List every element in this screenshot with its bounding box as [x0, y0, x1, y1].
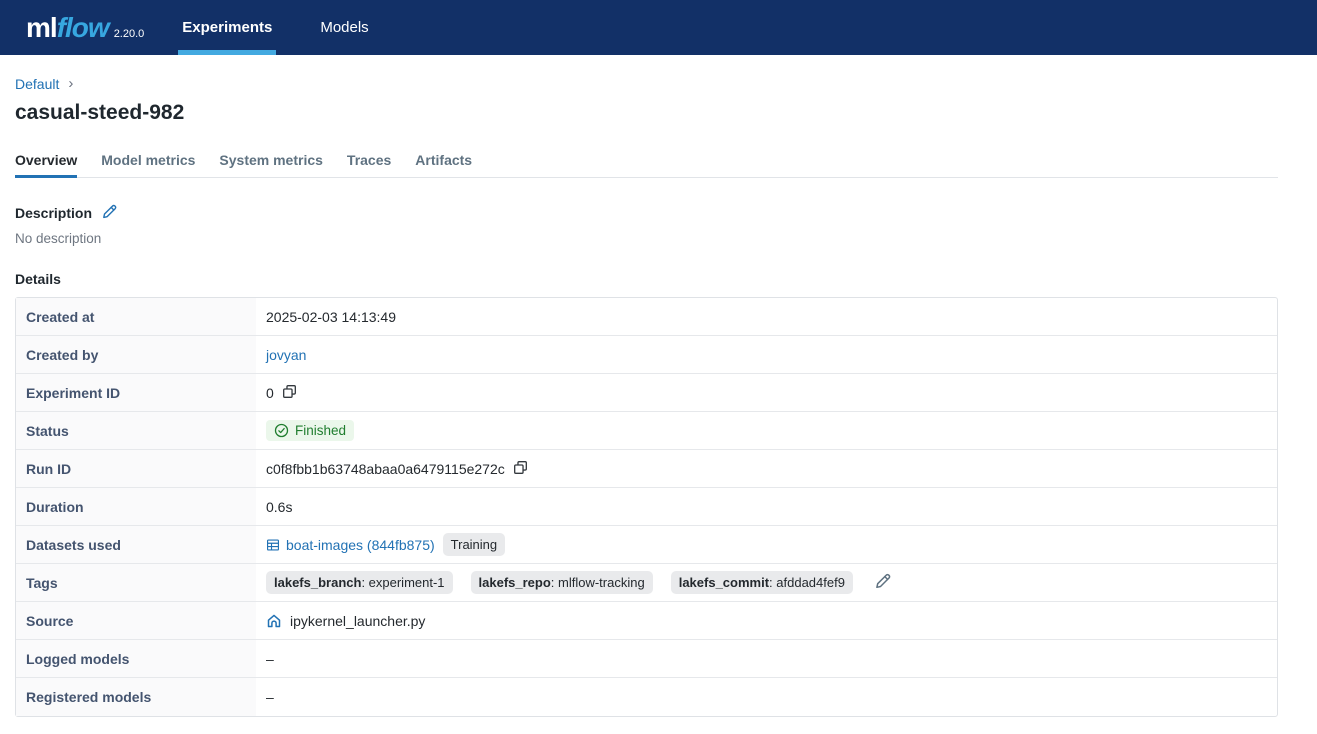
- tag-key: lakefs_branch: [274, 575, 361, 590]
- description-section: Description No description: [15, 204, 1278, 246]
- tag-value: : afddad4fef9: [769, 575, 845, 590]
- page-title: casual-steed-982: [15, 101, 1278, 125]
- tag-key: lakefs_repo: [479, 575, 551, 590]
- copy-icon: [282, 384, 297, 402]
- pencil-icon: [875, 573, 891, 592]
- details-row-duration: Duration 0.6s: [16, 488, 1277, 526]
- details-row-created-at: Created at 2025-02-03 14:13:49: [16, 298, 1277, 336]
- created-at-value: 2025-02-03 14:13:49: [266, 309, 396, 325]
- run-overview-page: Default › casual-steed-982 Overview Mode…: [0, 75, 1317, 717]
- details-row-datasets: Datasets used boat-images (844fb875) Tra…: [16, 526, 1277, 564]
- top-navbar: mlflow 2.20.0 Experiments Models: [0, 0, 1317, 55]
- nav-item-models-label: Models: [320, 19, 368, 36]
- source-file-label: ipykernel_launcher.py: [290, 613, 425, 629]
- copy-experiment-id-button[interactable]: [282, 384, 297, 402]
- tab-active-underline: [15, 175, 77, 178]
- edit-description-button[interactable]: [102, 204, 117, 222]
- tab-artifacts-label: Artifacts: [415, 152, 472, 168]
- status-badge: Finished: [266, 420, 354, 441]
- home-icon: [266, 613, 282, 629]
- row-label: Datasets used: [16, 526, 256, 563]
- row-label: Created at: [16, 298, 256, 335]
- tab-traces[interactable]: Traces: [347, 152, 391, 177]
- mlflow-logo[interactable]: mlflow 2.20.0: [26, 12, 144, 44]
- chevron-right-icon: ›: [68, 75, 73, 92]
- details-row-created-by: Created by jovyan: [16, 336, 1277, 374]
- row-label: Tags: [16, 564, 256, 601]
- details-row-status: Status Finished: [16, 412, 1277, 450]
- details-table: Created at 2025-02-03 14:13:49 Created b…: [15, 297, 1278, 717]
- dataset-context-tag: Training: [443, 533, 505, 556]
- table-icon: [266, 538, 280, 552]
- details-row-run-id: Run ID c0f8fbb1b63748abaa0a6479115e272c: [16, 450, 1277, 488]
- created-by-user-link[interactable]: jovyan: [266, 347, 306, 363]
- copy-run-id-button[interactable]: [513, 460, 528, 478]
- row-label: Created by: [16, 336, 256, 373]
- tab-system-metrics[interactable]: System metrics: [219, 152, 323, 177]
- version-label: 2.20.0: [114, 28, 145, 40]
- row-label: Experiment ID: [16, 374, 256, 411]
- details-row-experiment-id: Experiment ID 0: [16, 374, 1277, 412]
- details-header: Details: [15, 271, 61, 287]
- nav-item-experiments-label: Experiments: [182, 19, 272, 36]
- tab-model-metrics[interactable]: Model metrics: [101, 152, 195, 177]
- row-label: Logged models: [16, 640, 256, 677]
- tab-traces-label: Traces: [347, 152, 391, 168]
- logged-models-value: –: [266, 651, 274, 667]
- tab-overview[interactable]: Overview: [15, 152, 77, 177]
- tag-pill-lakefs-repo: lakefs_repo: mlflow-tracking: [471, 571, 653, 594]
- nav-item-models[interactable]: Models: [316, 0, 372, 55]
- details-row-source: Source ipykernel_launcher.py: [16, 602, 1277, 640]
- check-circle-icon: [274, 423, 289, 438]
- experiment-id-value: 0: [266, 385, 274, 401]
- breadcrumb-experiment-link[interactable]: Default: [15, 76, 59, 92]
- description-header: Description: [15, 205, 92, 221]
- pencil-icon: [102, 204, 117, 222]
- run-tabs: Overview Model metrics System metrics Tr…: [15, 152, 1278, 178]
- status-text: Finished: [295, 423, 346, 438]
- dataset-link-label: boat-images (844fb875): [286, 537, 435, 553]
- description-empty-text: No description: [15, 231, 1278, 246]
- details-row-logged-models: Logged models –: [16, 640, 1277, 678]
- breadcrumb: Default ›: [15, 75, 1278, 92]
- tab-system-metrics-label: System metrics: [219, 152, 323, 168]
- nav-item-experiments[interactable]: Experiments: [178, 0, 276, 55]
- copy-icon: [513, 460, 528, 478]
- logo-ml-text: ml: [26, 12, 57, 44]
- row-label: Duration: [16, 488, 256, 525]
- registered-models-value: –: [266, 689, 274, 705]
- details-row-tags: Tags lakefs_branch: experiment-1 lakefs_…: [16, 564, 1277, 602]
- row-label: Registered models: [16, 678, 256, 716]
- row-label: Run ID: [16, 450, 256, 487]
- run-id-value: c0f8fbb1b63748abaa0a6479115e272c: [266, 461, 505, 477]
- tag-pill-lakefs-branch: lakefs_branch: experiment-1: [266, 571, 453, 594]
- tab-artifacts[interactable]: Artifacts: [415, 152, 472, 177]
- nav-active-indicator: [178, 50, 276, 55]
- logo-flow-text: flow: [57, 12, 109, 44]
- tag-key: lakefs_commit: [679, 575, 769, 590]
- details-row-registered-models: Registered models –: [16, 678, 1277, 716]
- tab-model-metrics-label: Model metrics: [101, 152, 195, 168]
- navbar-menu: Experiments Models: [178, 0, 412, 55]
- edit-tags-button[interactable]: [875, 573, 891, 592]
- tag-pill-lakefs-commit: lakefs_commit: afddad4fef9: [671, 571, 853, 594]
- row-label: Source: [16, 602, 256, 639]
- row-label: Status: [16, 412, 256, 449]
- source-value: ipykernel_launcher.py: [266, 613, 425, 629]
- dataset-link[interactable]: boat-images (844fb875): [266, 537, 435, 553]
- tag-value: : experiment-1: [361, 575, 444, 590]
- duration-value: 0.6s: [266, 499, 292, 515]
- tag-value: : mlflow-tracking: [551, 575, 645, 590]
- tab-overview-label: Overview: [15, 152, 77, 168]
